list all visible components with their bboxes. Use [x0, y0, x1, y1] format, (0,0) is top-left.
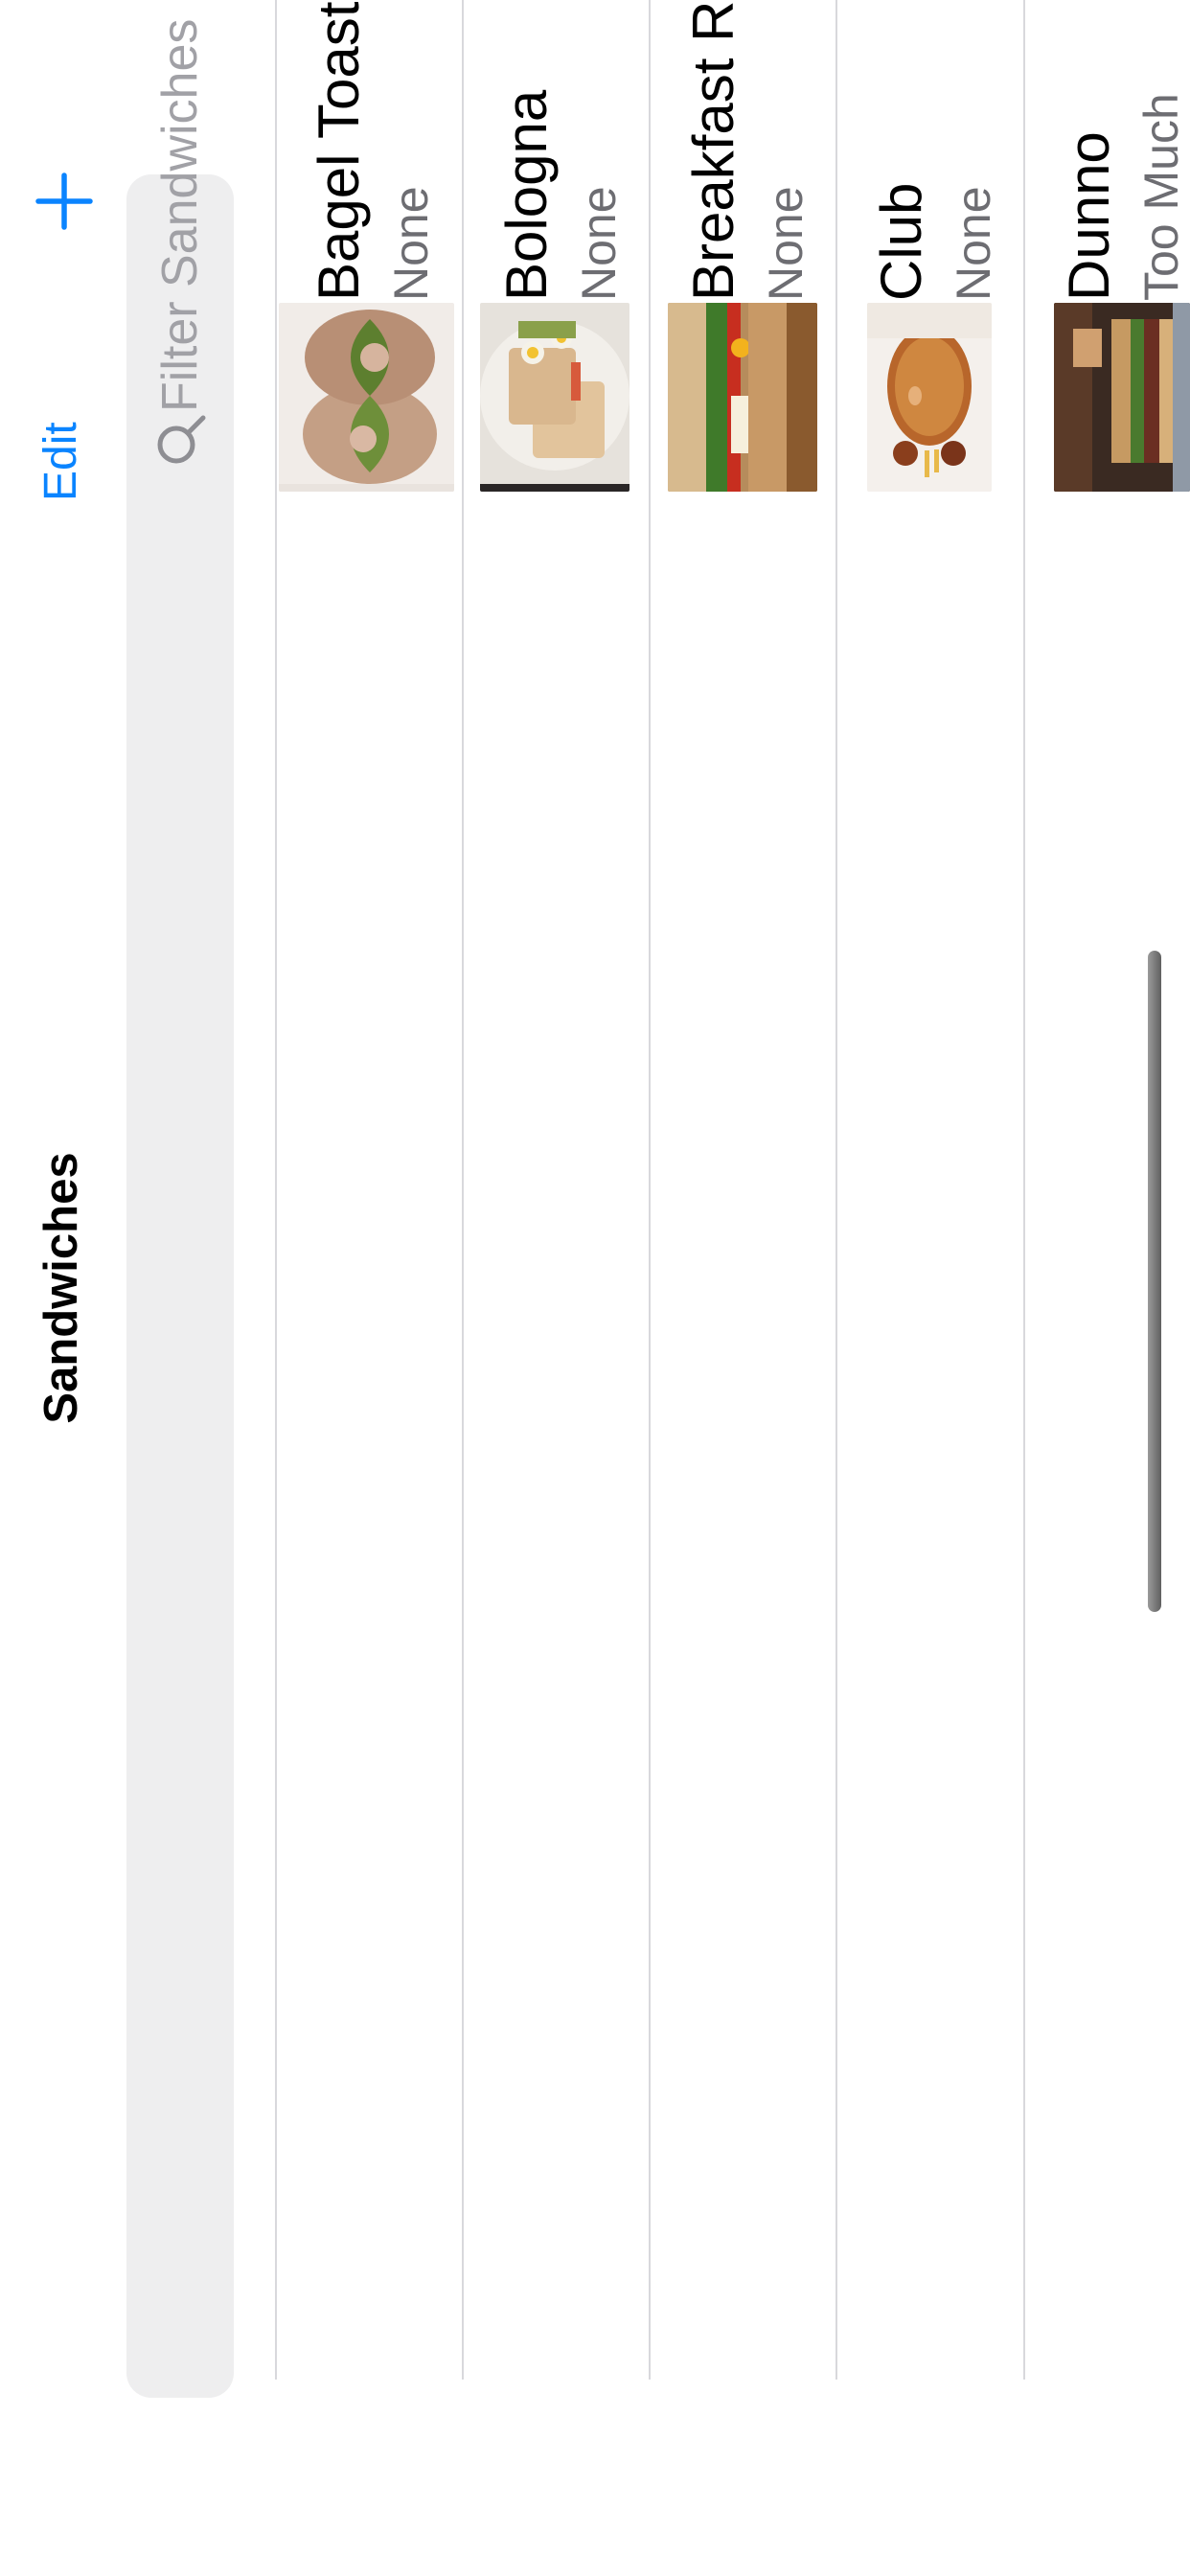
list-item-subtitle: None — [572, 186, 626, 301]
bagel-toast-thumbnail — [279, 303, 454, 492]
separator — [649, 0, 651, 2380]
list-item-subtitle: None — [947, 186, 1000, 301]
separator — [1023, 0, 1025, 2380]
list-item-subtitle: None — [759, 186, 812, 301]
list-item-subtitle: None — [384, 186, 438, 301]
separator — [835, 0, 837, 2380]
club-thumbnail — [867, 303, 992, 492]
magnifying-glass-icon — [157, 415, 206, 464]
search-bar[interactable] — [126, 174, 234, 2398]
breakfast-roll-thumbnail — [668, 303, 817, 492]
add-button[interactable] — [21, 158, 107, 244]
list-item-title: Bagel Toast — [307, 1, 371, 301]
search-input[interactable] — [134, 0, 226, 412]
separator — [275, 0, 277, 2380]
scroll-indicator[interactable] — [1148, 951, 1161, 1612]
bologna-thumbnail — [480, 303, 629, 492]
list-item-title: Dunno — [1057, 131, 1121, 301]
separator — [462, 0, 464, 2380]
plus-icon — [35, 172, 93, 230]
list-item-title: Club — [869, 182, 933, 301]
sandwich-list-app: Edit Sandwiches Bagel Toast No — [0, 0, 1190, 2576]
list-item-title: Breakfast Roll — [681, 0, 745, 301]
list-item-subtitle: Too Much — [1134, 93, 1188, 301]
list-item-title: Bologna — [494, 89, 559, 301]
page-title: Sandwiches — [35, 1152, 87, 1424]
dunno-thumbnail — [1054, 303, 1190, 492]
